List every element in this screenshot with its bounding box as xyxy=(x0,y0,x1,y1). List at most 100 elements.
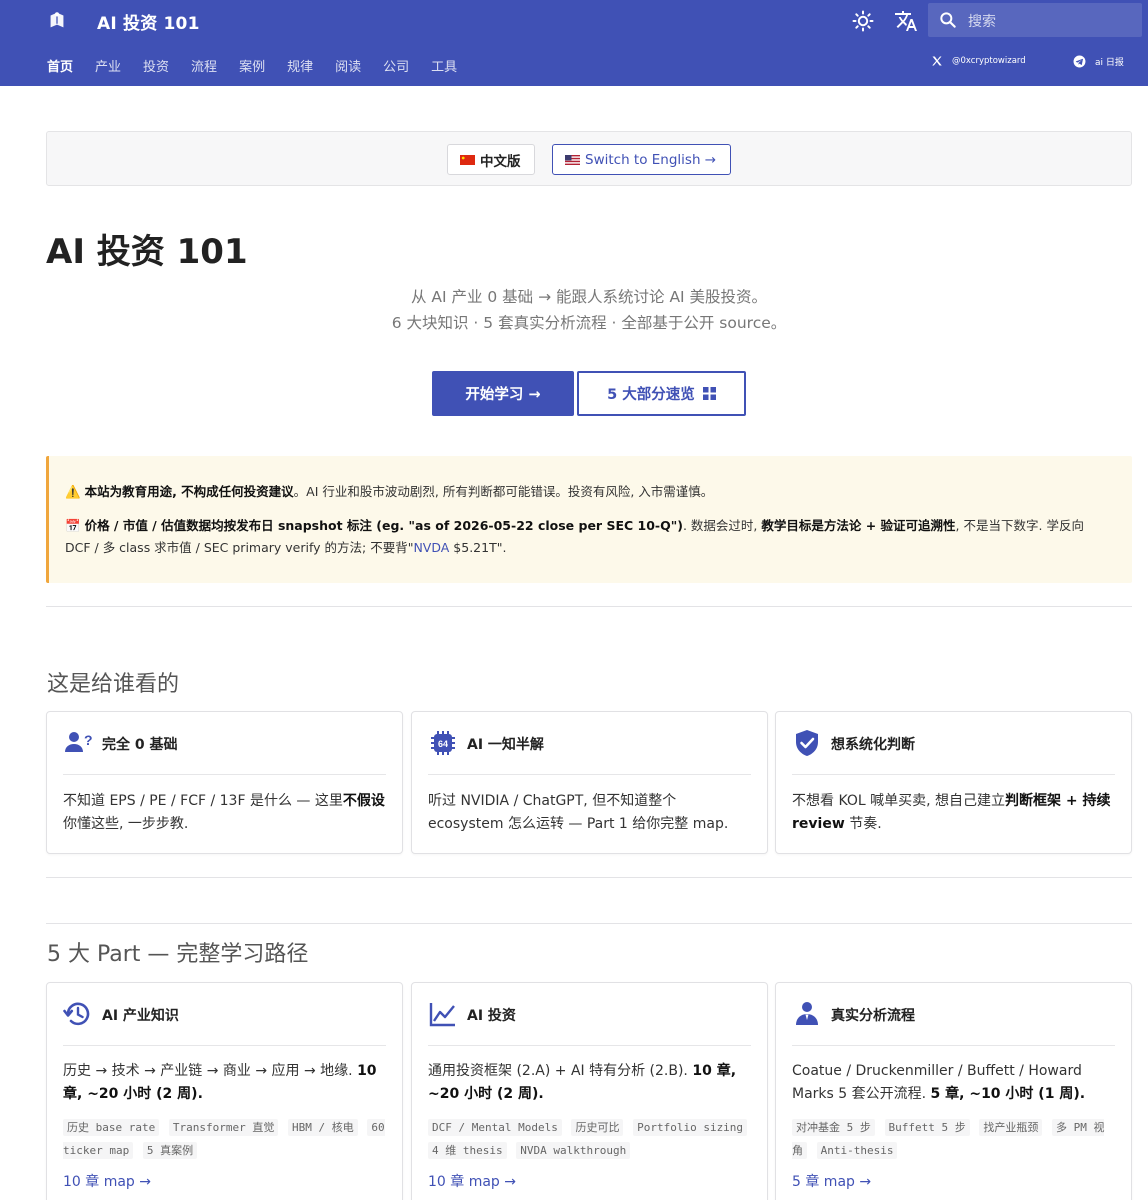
card-body: Coatue / Druckenmiller / Buffett / Howar… xyxy=(792,1060,1117,1106)
switch-english-button[interactable]: Switch to English → xyxy=(552,144,731,175)
tag: 5 真案例 xyxy=(142,1142,198,1159)
chapter-map-link[interactable]: 5 章 map → xyxy=(792,1171,871,1191)
disclaimer-bold: 本站为教育用途, 不构成任何投资建议 xyxy=(84,484,294,499)
card-body: 历史 → 技术 → 产业链 → 商业 → 应用 → 地缘. 10 章, ~20 … xyxy=(63,1060,388,1106)
overview-button[interactable]: 5 大部分速览 xyxy=(577,371,746,416)
divider xyxy=(46,923,1132,924)
card-divider xyxy=(428,1045,751,1046)
card-body-text: 不想看 KOL 喊单买卖, 想自己建立 xyxy=(792,793,1006,809)
tag: 对冲基金 5 步 xyxy=(792,1119,875,1136)
disclaimer-line-3: DCF / 多 class 求市值 / SEC primary verify 的… xyxy=(65,537,1115,559)
disclaimer-line-1: ⚠️ 本站为教育用途, 不构成任何投资建议。AI 行业和股市波动剧烈, 所有判断… xyxy=(65,481,1115,503)
svg-text:64: 64 xyxy=(438,739,448,749)
disclaimer-line-2: 📅 价格 / 市值 / 估值数据均按发布日 snapshot 标注 (eg. "… xyxy=(65,515,1115,537)
card-body-bold: 不假设 xyxy=(342,793,385,809)
warning-icon: ⚠️ xyxy=(65,484,81,499)
card-divider xyxy=(792,774,1115,775)
tag: 找产业瓶颈 xyxy=(979,1119,1043,1136)
tab-industry[interactable]: 产业 xyxy=(95,56,121,75)
card-tags: DCF / Mental Models 历史可比 Portfolio sizin… xyxy=(428,1116,753,1162)
tab-patterns[interactable]: 规律 xyxy=(287,56,313,75)
divider xyxy=(46,877,1132,878)
telegram-icon xyxy=(1073,55,1086,68)
tag: 历史 base rate xyxy=(63,1119,160,1136)
divider xyxy=(46,606,1132,607)
tab-invest[interactable]: 投资 xyxy=(143,56,169,75)
card-body-text: 听过 NVIDIA / ChatGPT, 但不知道整个 ecosystem 怎么… xyxy=(428,793,729,832)
search-placeholder[interactable]: 搜索 xyxy=(968,11,996,31)
card-body-text: 不知道 EPS / PE / FCF / 13F 是什么 — 这里 xyxy=(63,793,343,809)
audience-card-beginner: ? 完全 0 基础 不知道 EPS / PE / FCF / 13F 是什么 —… xyxy=(46,711,403,854)
card-body-text: 历史 → 技术 → 产业链 → 商业 → 应用 → 地缘. xyxy=(63,1063,358,1079)
tab-companies[interactable]: 公司 xyxy=(383,56,409,75)
tab-home[interactable]: 首页 xyxy=(47,56,73,75)
part-card-process: 真实分析流程 Coatue / Druckenmiller / Buffett … xyxy=(775,982,1132,1200)
audience-card-systematic: 想系统化判断 不想看 KOL 喊单买卖, 想自己建立判断框架 + 持续 revi… xyxy=(775,711,1132,854)
tab-tools[interactable]: 工具 xyxy=(431,56,457,75)
parts-section-title: 5 大 Part — 完整学习路径 xyxy=(47,942,309,967)
tag: 4 维 thesis xyxy=(428,1142,507,1159)
start-learning-label: 开始学习 → xyxy=(465,387,541,403)
book-logo-icon[interactable] xyxy=(46,10,68,32)
card-title: AI 产业知识 xyxy=(102,1008,179,1024)
chinese-version-button[interactable]: 中文版 xyxy=(447,144,535,175)
card-body-text-end: 你懂这些, 一步步教. xyxy=(63,816,189,832)
chapter-map-link[interactable]: 10 章 map → xyxy=(63,1171,151,1191)
audience-card-partial: 64 AI 一知半解 听过 NVIDIA / ChatGPT, 但不知道整个 e… xyxy=(411,711,768,854)
top-header: AI 投资 101 搜索 首页 产业 投资 流程 案例 规律 阅读 公司 工具 xyxy=(0,0,1148,86)
card-title: 真实分析流程 xyxy=(831,1008,915,1024)
tab-cases[interactable]: 案例 xyxy=(239,56,265,75)
card-body: 听过 NVIDIA / ChatGPT, 但不知道整个 ecosystem 怎么… xyxy=(428,790,753,836)
part-card-investing: AI 投资 通用投资框架 (2.A) + AI 特有分析 (2.B). 10 章… xyxy=(411,982,768,1200)
user-question-icon: ? xyxy=(65,732,93,752)
card-divider xyxy=(428,774,751,775)
social-x-handle: @0xcryptowizard xyxy=(952,56,1026,66)
snapshot-note-text: . 数据会过时, xyxy=(682,518,762,533)
svg-text:?: ? xyxy=(84,732,93,748)
search-icon xyxy=(940,12,956,28)
disclaimer-text: 。AI 行业和股市波动剧烈, 所有判断都可能错误。投资有风险, 入市需谨慎。 xyxy=(293,484,714,499)
card-body: 不想看 KOL 喊单买卖, 想自己建立判断框架 + 持续 review 节奏. xyxy=(792,790,1117,836)
tag: Portfolio sizing xyxy=(633,1119,748,1136)
hero-subtitle-line-1: 从 AI 产业 0 基础 → 能跟人系统讨论 AI 美股投资。 xyxy=(410,288,768,306)
site-title[interactable]: AI 投资 101 xyxy=(97,9,200,34)
card-title: 完全 0 基础 xyxy=(102,737,178,753)
tab-reading[interactable]: 阅读 xyxy=(335,56,361,75)
snapshot-note-bold: 价格 / 市值 / 估值数据均按发布日 snapshot 标注 (eg. "as… xyxy=(84,518,683,533)
us-flag-icon xyxy=(565,154,580,165)
method-text: DCF / 多 class 求市值 / SEC primary verify 的… xyxy=(65,540,414,555)
disclaimer-box: ⚠️ 本站为教育用途, 不构成任何投资建议。AI 行业和股市波动剧烈, 所有判断… xyxy=(46,456,1132,583)
card-body-bold: 5 章, ~10 小时 (1 周). xyxy=(930,1086,1086,1102)
social-telegram-label: ai 日报 xyxy=(1095,58,1124,68)
chinese-version-label: 中文版 xyxy=(480,153,521,170)
tab-process[interactable]: 流程 xyxy=(191,56,217,75)
card-tags: 对冲基金 5 步 Buffett 5 步 找产业瓶颈 多 PM 视角 Anti-… xyxy=(792,1116,1117,1162)
tag: Anti-thesis xyxy=(816,1142,898,1159)
start-learning-button[interactable]: 开始学习 → xyxy=(432,371,574,416)
search-box[interactable]: 搜索 xyxy=(928,3,1142,37)
chapter-map-link[interactable]: 10 章 map → xyxy=(428,1171,516,1191)
translate-icon[interactable] xyxy=(894,9,918,33)
china-flag-icon xyxy=(460,154,475,165)
investor-icon xyxy=(796,1002,818,1025)
audience-section-title: 这是给谁看的 xyxy=(47,672,180,697)
nvda-link[interactable]: NVDA xyxy=(413,540,449,555)
x-logo-icon xyxy=(932,56,942,66)
card-divider xyxy=(63,774,386,775)
card-body: 通用投资框架 (2.A) + AI 特有分析 (2.B). 10 章, ~20 … xyxy=(428,1060,753,1106)
tag: Transformer 直觉 xyxy=(168,1119,279,1136)
tag: 历史可比 xyxy=(571,1119,624,1136)
card-tags: 历史 base rate Transformer 直觉 HBM / 核电 60 … xyxy=(63,1116,388,1162)
social-telegram-link[interactable]: ai 日报 xyxy=(1073,55,1124,68)
nav-tabs: 首页 产业 投资 流程 案例 规律 阅读 公司 工具 xyxy=(47,56,479,75)
tag: Buffett 5 步 xyxy=(884,1119,970,1136)
card-divider xyxy=(792,1045,1115,1046)
history-icon xyxy=(63,1002,90,1026)
grid-icon xyxy=(702,387,716,400)
brightness-icon[interactable] xyxy=(851,9,875,33)
tag: NVDA walkthrough xyxy=(516,1142,631,1159)
social-x-link[interactable]: @0xcryptowizard xyxy=(931,55,1026,67)
chart-line-icon xyxy=(429,1003,455,1027)
chip-64-icon: 64 xyxy=(431,731,455,755)
hero-subtitle-line-2: 6 大块知识 · 5 套真实分析流程 · 全部基于公开 source。 xyxy=(391,314,787,332)
